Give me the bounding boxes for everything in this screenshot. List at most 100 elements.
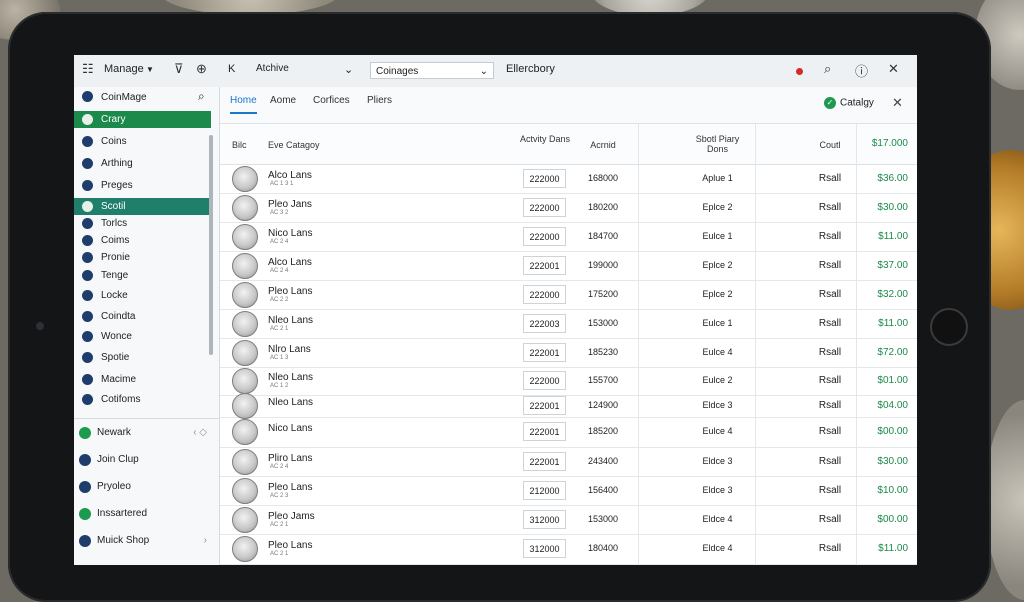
coin-name[interactable]: Pleo Jams (268, 511, 315, 522)
chevron-icon[interactable]: ‹ ◇ (193, 419, 207, 446)
table-row[interactable]: Pleo Lans AC 2 1 312000 180400 Eldce 4 Rsall $… (220, 534, 917, 565)
table-row[interactable]: Nleo Lans AC 2 1 222003 153000 Eulce 1 Rsall $… (220, 309, 917, 339)
sidebar-item-label: Crary (101, 114, 126, 125)
close-icon[interactable]: ✕ (892, 95, 903, 111)
activity-field[interactable]: 222001 (523, 343, 566, 362)
grid-icon[interactable]: ☷ (82, 61, 94, 77)
coin-name[interactable]: Alco Lans (268, 257, 312, 268)
sidebar-item[interactable]: Arthing (74, 155, 211, 172)
sidebar-bottom-item[interactable]: Muick Shop › (74, 527, 219, 554)
activity-field[interactable]: 222001 (523, 396, 566, 415)
info-icon[interactable]: ⓘ (855, 61, 868, 80)
sidebar-item[interactable]: Torlcs (74, 215, 211, 232)
level-value: Eulce 1 (702, 318, 733, 328)
filter-icon[interactable]: ⊽ (174, 61, 184, 77)
tab-home[interactable]: Home (230, 95, 257, 114)
sidebar-item[interactable]: Spotie (74, 349, 211, 366)
sidebar-bottom-item[interactable]: Inssartered (74, 500, 219, 527)
table-row[interactable]: Pleo Lans AC 2 2 222000 175200 Eplce 2 Rsall $… (220, 280, 917, 310)
sidebar-item[interactable]: Coims (74, 232, 211, 249)
sidebar-item[interactable]: Scotil (74, 198, 211, 215)
search-icon[interactable]: ⌕ (824, 61, 831, 77)
sidebar-bottom-item[interactable]: Newark ‹ ◇ (74, 419, 219, 446)
activity-field[interactable]: 312000 (523, 510, 566, 529)
camera-dot (36, 322, 44, 330)
activity-field[interactable]: 222001 (523, 452, 566, 471)
sidebar-bottom-item[interactable]: Join Clup (74, 446, 219, 473)
coin-name[interactable]: Alco Lans (268, 170, 312, 181)
coin-name[interactable]: Pleo Lans (268, 540, 312, 551)
table-row[interactable]: Alco Lans AC 1 3 1 222000 168000 Aplue 1 Rsal… (220, 164, 917, 194)
sidebar-item[interactable]: Coindta (74, 308, 211, 325)
activity-field[interactable]: 222000 (523, 285, 566, 304)
sidebar-item[interactable]: Wonce (74, 328, 211, 345)
activity-field[interactable]: 222000 (523, 198, 566, 217)
table-row[interactable]: Pleo Jans AC 3 2 222000 180200 Eplce 2 Rsall $… (220, 193, 917, 223)
tab-corfices[interactable]: Corfices (313, 95, 350, 106)
activity-field[interactable]: 222001 (523, 256, 566, 275)
sidebar-item[interactable]: Pronie (74, 249, 211, 266)
coin-name[interactable]: Nleo Lans (268, 315, 313, 326)
chevron-down-icon[interactable]: ▼ (146, 65, 154, 74)
sidebar-item[interactable]: Coins (74, 133, 211, 150)
sidebar-scrollbar[interactable] (209, 135, 213, 355)
coin-name[interactable]: Nico Lans (268, 423, 312, 434)
coin-name[interactable]: Nico Lans (268, 228, 312, 239)
sidebar-item[interactable]: Cotifoms (74, 391, 211, 408)
chevron-down-icon[interactable]: ⌄ (344, 63, 353, 76)
activity-field[interactable]: 222000 (523, 169, 566, 188)
activity-field[interactable]: 312000 (523, 539, 566, 558)
coin-name[interactable]: Pleo Jans (268, 199, 312, 210)
tab-aome[interactable]: Aome (270, 95, 296, 106)
activity-field[interactable]: 222003 (523, 314, 566, 333)
activity-field[interactable]: 222001 (523, 422, 566, 441)
sidebar-item[interactable]: Preges (74, 177, 211, 194)
chevron-down-icon: ⌄ (479, 66, 488, 77)
sidebar-bottom-item[interactable]: Pryoleo (74, 473, 219, 500)
coin-name[interactable]: Pleo Lans (268, 286, 312, 297)
search-icon[interactable]: ⌕ (198, 89, 205, 104)
table-row[interactable]: Nico Lans 222001 185200 Eulce 4 Rsall $00.00 (220, 417, 917, 448)
tab-pliers[interactable]: Pliers (367, 95, 392, 106)
amount-value: 153000 (587, 514, 619, 524)
column-header: Actvity Dans (520, 134, 571, 144)
coin-name[interactable]: Nleo Lans (268, 372, 313, 383)
sidebar-item-label: Pryoleo (97, 481, 131, 492)
notification-dot (796, 68, 803, 75)
home-button[interactable] (930, 308, 968, 346)
catalog-button[interactable]: ✓ Catalgy (824, 97, 874, 109)
nav-icon (82, 331, 93, 342)
manage-menu[interactable]: Manage (104, 63, 144, 75)
table-row[interactable]: Pliro Lans AC 2 4 222001 243400 Eldce 3 Rsall… (220, 447, 917, 477)
activity-field[interactable]: 222000 (523, 371, 566, 390)
coin-name[interactable]: Nleo Lans (268, 397, 313, 408)
table-row[interactable]: Pleo Lans AC 2 3 212000 156400 Eldce 3 Rsall $… (220, 476, 917, 506)
coin-name[interactable]: Nlro Lans (268, 344, 311, 355)
back-button[interactable]: K (228, 63, 235, 75)
globe-icon[interactable]: ⊕ (196, 61, 207, 77)
type-value: Rsall (818, 289, 842, 300)
table-row[interactable]: Nico Lans AC 2 4 222000 184700 Eulce 1 Rsall $… (220, 222, 917, 252)
table-row[interactable]: Pleo Jams AC 2 1 312000 153000 Eldce 4 Rsall $… (220, 505, 917, 535)
table-row[interactable]: Alco Lans AC 2 4 222001 199000 Eplce 2 Rsall $… (220, 251, 917, 281)
activity-field[interactable]: 222000 (523, 227, 566, 246)
table-row[interactable]: Nlro Lans AC 1 3 222001 185230 Eulce 4 Rsall $… (220, 338, 917, 368)
chevron-icon[interactable]: › (204, 527, 207, 554)
type-value: Rsall (818, 347, 842, 358)
sidebar-item[interactable]: Macime (74, 371, 211, 388)
archive-label[interactable]: Atchive (256, 63, 289, 74)
coin-name[interactable]: Pleo Lans (268, 482, 312, 493)
sidebar-item[interactable]: Locke (74, 287, 211, 304)
coinages-dropdown[interactable]: Coinages ⌄ (370, 62, 494, 79)
price-value: $32.00 (877, 289, 908, 300)
sidebar-item[interactable]: Tenge (74, 267, 211, 284)
activity-field[interactable]: 212000 (523, 481, 566, 500)
sidebar-item-label: Coims (101, 235, 130, 246)
table-row[interactable]: Nleo Lans 222001 124900 Eldce 3 Rsall $04.00 (220, 393, 917, 419)
coin-name[interactable]: Pliro Lans (268, 453, 312, 464)
close-icon[interactable]: ✕ (888, 61, 899, 77)
sidebar-item-label: Spotie (101, 352, 130, 363)
sidebar-item[interactable]: Crary (74, 111, 211, 128)
table-row[interactable]: Nleo Lans AC 1 2 222000 155700 Eulce 2 Rsall $… (220, 367, 917, 396)
column-header: Acrnid (590, 140, 616, 150)
